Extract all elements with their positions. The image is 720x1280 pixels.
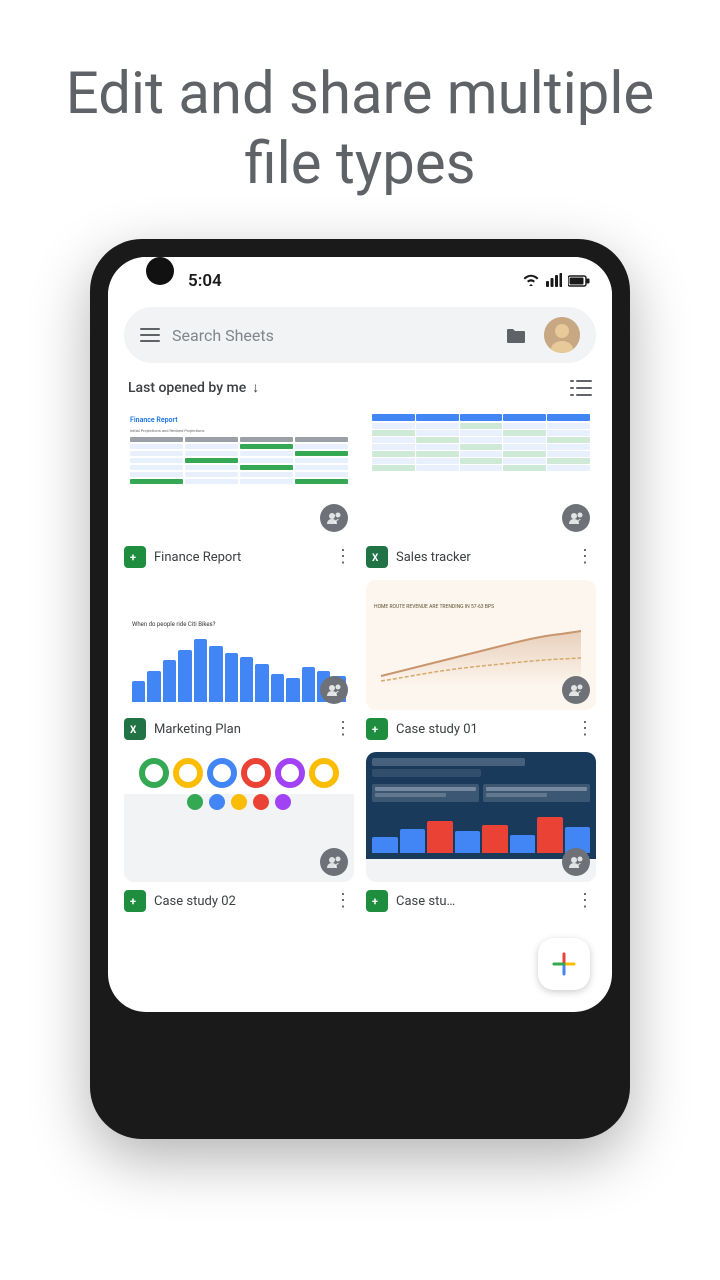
shared-badge bbox=[320, 504, 348, 532]
file-info: + Case study 01 ⋮ bbox=[366, 718, 596, 740]
file-card[interactable]: HOME ROUTE REVENUE ARE TRENDING IN 57-63… bbox=[366, 580, 596, 740]
more-options-button[interactable]: ⋮ bbox=[574, 718, 596, 740]
status-bar: 5:04 bbox=[108, 257, 612, 301]
search-input[interactable]: Search Sheets bbox=[172, 326, 488, 345]
donut-chart-circle bbox=[207, 758, 237, 788]
list-view-button[interactable] bbox=[570, 380, 592, 396]
file-thumbnail-marketing-plan: When do people ride Citi Bikes? bbox=[124, 580, 354, 710]
battery-icon bbox=[568, 272, 590, 291]
file-info: X Sales tracker ⋮ bbox=[366, 546, 596, 568]
svg-text:+: + bbox=[372, 723, 378, 736]
sort-label-text: Last opened by me bbox=[128, 380, 246, 396]
file-info: + Case study 02 ⋮ bbox=[124, 890, 354, 912]
shared-badge bbox=[562, 504, 590, 532]
sheets-icon: + bbox=[366, 890, 388, 912]
hamburger-menu-icon[interactable] bbox=[140, 328, 160, 342]
donut-chart-circle bbox=[173, 758, 203, 788]
sort-label[interactable]: Last opened by me ↓ bbox=[128, 379, 259, 396]
sort-arrow-icon: ↓ bbox=[252, 379, 259, 396]
phone-frame: 5:04 bbox=[90, 239, 630, 1139]
file-thumbnail-finance-report: Finance Report Initial Projections and R… bbox=[124, 408, 354, 538]
status-time: 5:04 bbox=[188, 271, 222, 291]
sheets-icon: + bbox=[124, 890, 146, 912]
fab-button[interactable] bbox=[538, 938, 590, 990]
signal-icon bbox=[546, 272, 562, 291]
sheets-icon: + bbox=[124, 546, 146, 568]
file-name: Case stu… bbox=[396, 894, 566, 909]
sort-bar: Last opened by me ↓ bbox=[108, 375, 612, 408]
donut-chart-circle bbox=[139, 758, 169, 788]
file-card[interactable]: X Sales tracker ⋮ bbox=[366, 408, 596, 568]
svg-text:+: + bbox=[372, 895, 378, 908]
file-thumbnail-case-study-03 bbox=[366, 752, 596, 882]
donut-chart-circle bbox=[275, 758, 305, 788]
svg-text:+: + bbox=[130, 551, 136, 564]
file-name: Sales tracker bbox=[396, 550, 566, 565]
more-options-button[interactable]: ⋮ bbox=[574, 546, 596, 568]
excel-icon: X bbox=[366, 546, 388, 568]
avatar[interactable] bbox=[544, 317, 580, 353]
file-card[interactable]: + Case study 02 ⋮ bbox=[124, 752, 354, 912]
file-thumbnail-case-study-01: HOME ROUTE REVENUE ARE TRENDING IN 57-63… bbox=[366, 580, 596, 710]
donut-chart-circle bbox=[241, 758, 271, 788]
svg-text:X: X bbox=[130, 725, 137, 736]
file-thumbnail-sales-tracker bbox=[366, 408, 596, 538]
excel-icon: X bbox=[124, 718, 146, 740]
shared-badge bbox=[320, 848, 348, 876]
svg-text:X: X bbox=[372, 553, 379, 564]
camera-hole bbox=[146, 257, 174, 285]
more-options-button[interactable]: ⋮ bbox=[332, 718, 354, 740]
file-info: X Marketing Plan ⋮ bbox=[124, 718, 354, 740]
shared-badge bbox=[562, 676, 590, 704]
shared-badge bbox=[562, 848, 590, 876]
file-name: Case study 01 bbox=[396, 722, 566, 737]
sheets-icon: + bbox=[366, 718, 388, 740]
file-info: + Finance Report ⋮ bbox=[124, 546, 354, 568]
phone-screen: 5:04 bbox=[108, 257, 612, 1012]
more-options-button[interactable]: ⋮ bbox=[574, 890, 596, 912]
search-bar[interactable]: Search Sheets bbox=[124, 307, 596, 363]
file-card[interactable]: + Case stu… ⋮ bbox=[366, 752, 596, 912]
file-grid: Finance Report Initial Projections and R… bbox=[108, 408, 612, 932]
folder-icon[interactable] bbox=[500, 319, 532, 351]
svg-text:+: + bbox=[130, 895, 136, 908]
status-icons bbox=[522, 272, 590, 291]
donut-chart-circle bbox=[309, 758, 339, 788]
file-card[interactable]: Finance Report Initial Projections and R… bbox=[124, 408, 354, 568]
file-card[interactable]: When do people ride Citi Bikes? bbox=[124, 580, 354, 740]
file-thumbnail-case-study-02 bbox=[124, 752, 354, 882]
file-name: Marketing Plan bbox=[154, 722, 324, 737]
more-options-button[interactable]: ⋮ bbox=[332, 546, 354, 568]
file-name: Finance Report bbox=[154, 550, 324, 565]
more-options-button[interactable]: ⋮ bbox=[332, 890, 354, 912]
page-header: Edit and share multiple file types bbox=[0, 0, 720, 239]
page-title: Edit and share multiple file types bbox=[40, 60, 680, 199]
wifi-icon bbox=[522, 272, 540, 291]
file-name: Case study 02 bbox=[154, 894, 324, 909]
file-info: + Case stu… ⋮ bbox=[366, 890, 596, 912]
shared-badge bbox=[320, 676, 348, 704]
